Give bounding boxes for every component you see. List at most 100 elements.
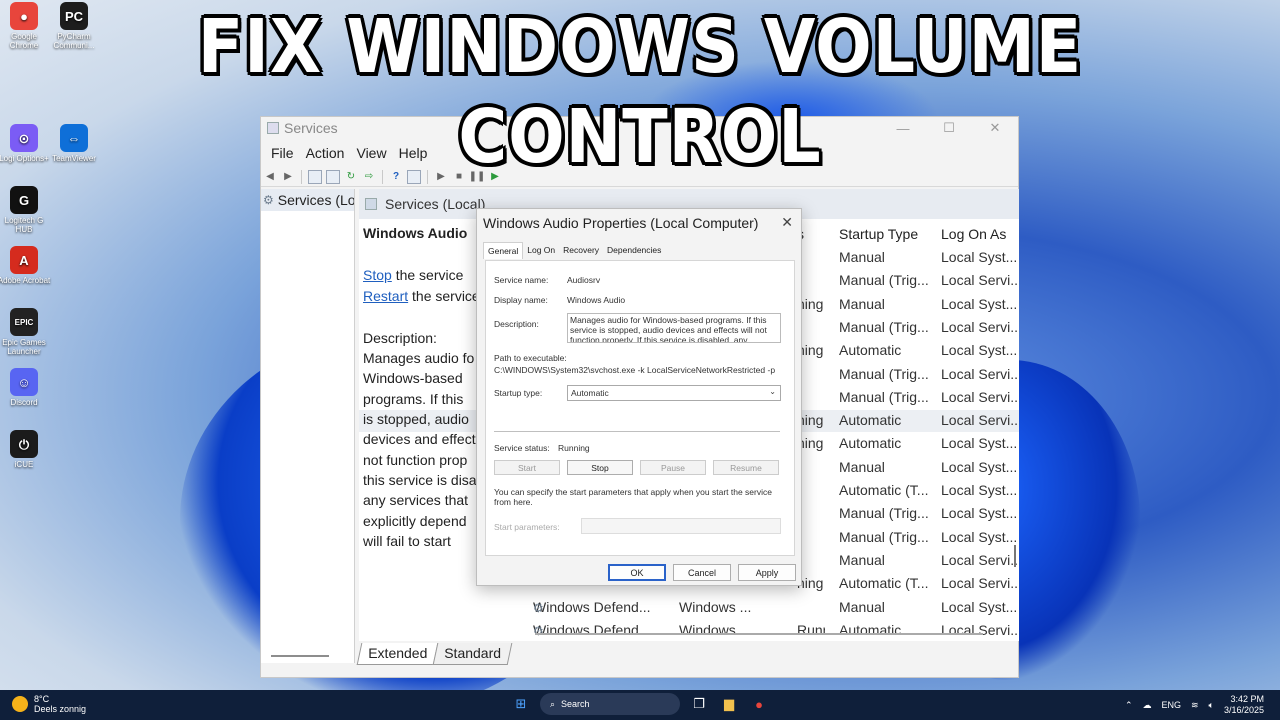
startup-type-cell: Automatic (839, 342, 902, 359)
log-on-as-cell: Local Servi... (941, 551, 1019, 568)
startup-type-cell: Automatic (839, 621, 902, 638)
startup-type-cell: Manual (Trig... (839, 528, 929, 545)
startup-type-cell: Manual (839, 295, 885, 312)
log-on-as-cell: Local Syst... (941, 435, 1018, 452)
wifi-icon[interactable]: ≋ (1191, 700, 1199, 711)
startup-type-select[interactable]: Automatic ⌄ (567, 385, 781, 401)
clock[interactable]: 3:42 PM 3/16/2025 (1224, 694, 1264, 716)
desktop-icon[interactable]: G Logitech G HUB (0, 186, 52, 234)
table-row[interactable]: ⚙ Windows Defend... Windows ... Manual Local… (359, 597, 1019, 619)
service-name-label: Service name: (494, 275, 549, 285)
desktop-icon[interactable]: ⊙ Logi Options+ (0, 124, 52, 163)
restart-suffix: the service (408, 287, 480, 304)
app-icon: ☺ (10, 368, 38, 396)
desktop-icon-label: Google Chrome (9, 32, 39, 50)
table-row[interactable]: ⚙Windows Defend... Windows ... Running Auto… (359, 620, 1019, 641)
chevron-up-icon[interactable]: ⌃ (1125, 700, 1133, 711)
description-line: explicitly depend (363, 512, 467, 529)
dialog-close-icon[interactable]: ✕ (781, 214, 793, 231)
description-line: this service is disa (363, 471, 477, 488)
list-horizontal-scrollbar[interactable] (535, 633, 983, 635)
volume-icon[interactable]: 🔈︎ (1209, 700, 1214, 711)
desktop-icon[interactable]: ⏻ iCUE (0, 430, 52, 469)
app-icon: ● (10, 2, 38, 30)
stop-button[interactable]: Stop (567, 460, 633, 475)
description-line: programs. If this (363, 390, 464, 407)
description-line: is stopped, audio (363, 411, 469, 428)
tab-standard[interactable]: Standard (432, 643, 513, 665)
tree-node-services[interactable]: ⚙ Services (Lo (261, 189, 354, 211)
service-name-text: Windows Defend... (533, 621, 651, 638)
taskbar-search[interactable]: ⌕ Search (540, 693, 680, 715)
start-params-hint: You can specify the start parameters tha… (494, 487, 772, 507)
separator (494, 431, 780, 432)
tab-extended[interactable]: Extended (356, 643, 439, 665)
tab-dependencies[interactable]: Dependencies (603, 242, 665, 259)
properties-dialog: Windows Audio Properties (Local Computer… (476, 208, 802, 586)
start-params-input[interactable] (581, 518, 781, 534)
pause-button[interactable]: Pause (640, 460, 706, 475)
log-on-as-cell: Local Servi... (941, 365, 1019, 382)
horizontal-scrollbar[interactable] (271, 655, 329, 657)
task-view-icon[interactable]: ❐ (688, 693, 710, 715)
file-explorer-icon[interactable]: ▆ (718, 693, 740, 715)
log-on-as-cell: Local Servi... (941, 272, 1019, 289)
description-line: devices and effect (363, 431, 476, 448)
apply-button[interactable]: Apply (738, 564, 796, 581)
general-tab-panel: Service name: Audiosrv Display name: Win… (485, 260, 795, 556)
cancel-button[interactable]: Cancel (673, 564, 731, 581)
description-line: Windows-based (363, 370, 463, 387)
clock-date: 3/16/2025 (1223, 705, 1264, 715)
log-on-as-cell: Local Syst... (941, 295, 1018, 312)
stop-suffix: the service (391, 267, 464, 284)
service-name-cell: ⚙ Windows Defend... (533, 622, 663, 638)
service-desc-cell: Windows ... (679, 621, 752, 638)
startup-type-cell: Manual (Trig... (839, 505, 929, 522)
taskbar-apps: ⊞ ⌕ Search ❐ ▆ ● (510, 693, 770, 715)
log-on-as-cell: Local Servi... (941, 575, 1019, 592)
column-log-on-as[interactable]: Log On As (941, 226, 1006, 242)
weather-text: 8°C Deels zonnig (34, 694, 86, 714)
desktop-icon[interactable]: A Adobe Acrobat (0, 246, 52, 285)
service-detail: Windows Audio Stop the service Restart t… (363, 223, 483, 551)
desktop-icon[interactable]: ● Google Chrome (0, 2, 52, 50)
video-banner-title: FIX WINDOWS VOLUME CONTROL (197, 4, 1083, 180)
taskbar: 8°C Deels zonnig ⊞ ⌕ Search ❐ ▆ ● ⌃ ☁ EN… (0, 690, 1280, 720)
restart-link[interactable]: Restart (363, 288, 408, 304)
start-button[interactable]: Start (494, 460, 560, 475)
cloud-icon[interactable]: ☁ (1142, 700, 1151, 711)
stop-line: Stop the service (363, 265, 483, 285)
tab-general[interactable]: General (483, 242, 524, 259)
app-icon: EPIC (10, 308, 38, 336)
resume-button[interactable]: Resume (713, 460, 779, 475)
startup-type-cell: Automatic (839, 435, 902, 452)
weather-temp: 8°C (34, 694, 50, 704)
description-line: any services that (363, 492, 469, 509)
stop-link[interactable]: Stop (363, 267, 392, 283)
desktop-icon[interactable]: ☺ Discord (0, 368, 52, 407)
language-indicator[interactable]: ENG (1161, 700, 1181, 710)
desktop-icon[interactable]: EPIC Epic Games Launcher (0, 308, 52, 356)
console-tree: ⚙ Services (Lo (261, 189, 355, 663)
startup-type-cell: Automatic (839, 412, 902, 429)
startup-type-cell: Manual (839, 458, 885, 475)
chrome-icon[interactable]: ● (748, 693, 770, 715)
vertical-scrollbar[interactable] (1014, 545, 1016, 567)
tab-recovery[interactable]: Recovery (559, 242, 603, 259)
clock-time: 3:42 PM (1230, 694, 1264, 704)
column-startup-type[interactable]: Startup Type (839, 226, 918, 242)
startup-type-cell: Automatic (T... (839, 482, 929, 498)
gear-icon: ⚙ (533, 623, 544, 638)
weather-widget[interactable]: 8°C Deels zonnig (12, 694, 86, 714)
search-icon: ⌕ (550, 698, 556, 709)
service-status-label: Service status: (494, 443, 550, 453)
log-on-as-cell: Local Servi... (941, 621, 1019, 638)
display-name-label: Display name: (494, 295, 548, 305)
start-params-label: Start parameters: (494, 522, 560, 532)
ok-button[interactable]: OK (608, 564, 666, 581)
description-line: not function prop (363, 451, 468, 468)
windows-start-icon[interactable]: ⊞ (510, 693, 532, 715)
description-box[interactable]: Manages audio for Windows-based programs… (567, 313, 781, 343)
log-on-as-cell: Local Syst... (941, 528, 1018, 545)
tab-log-on[interactable]: Log On (523, 242, 559, 259)
